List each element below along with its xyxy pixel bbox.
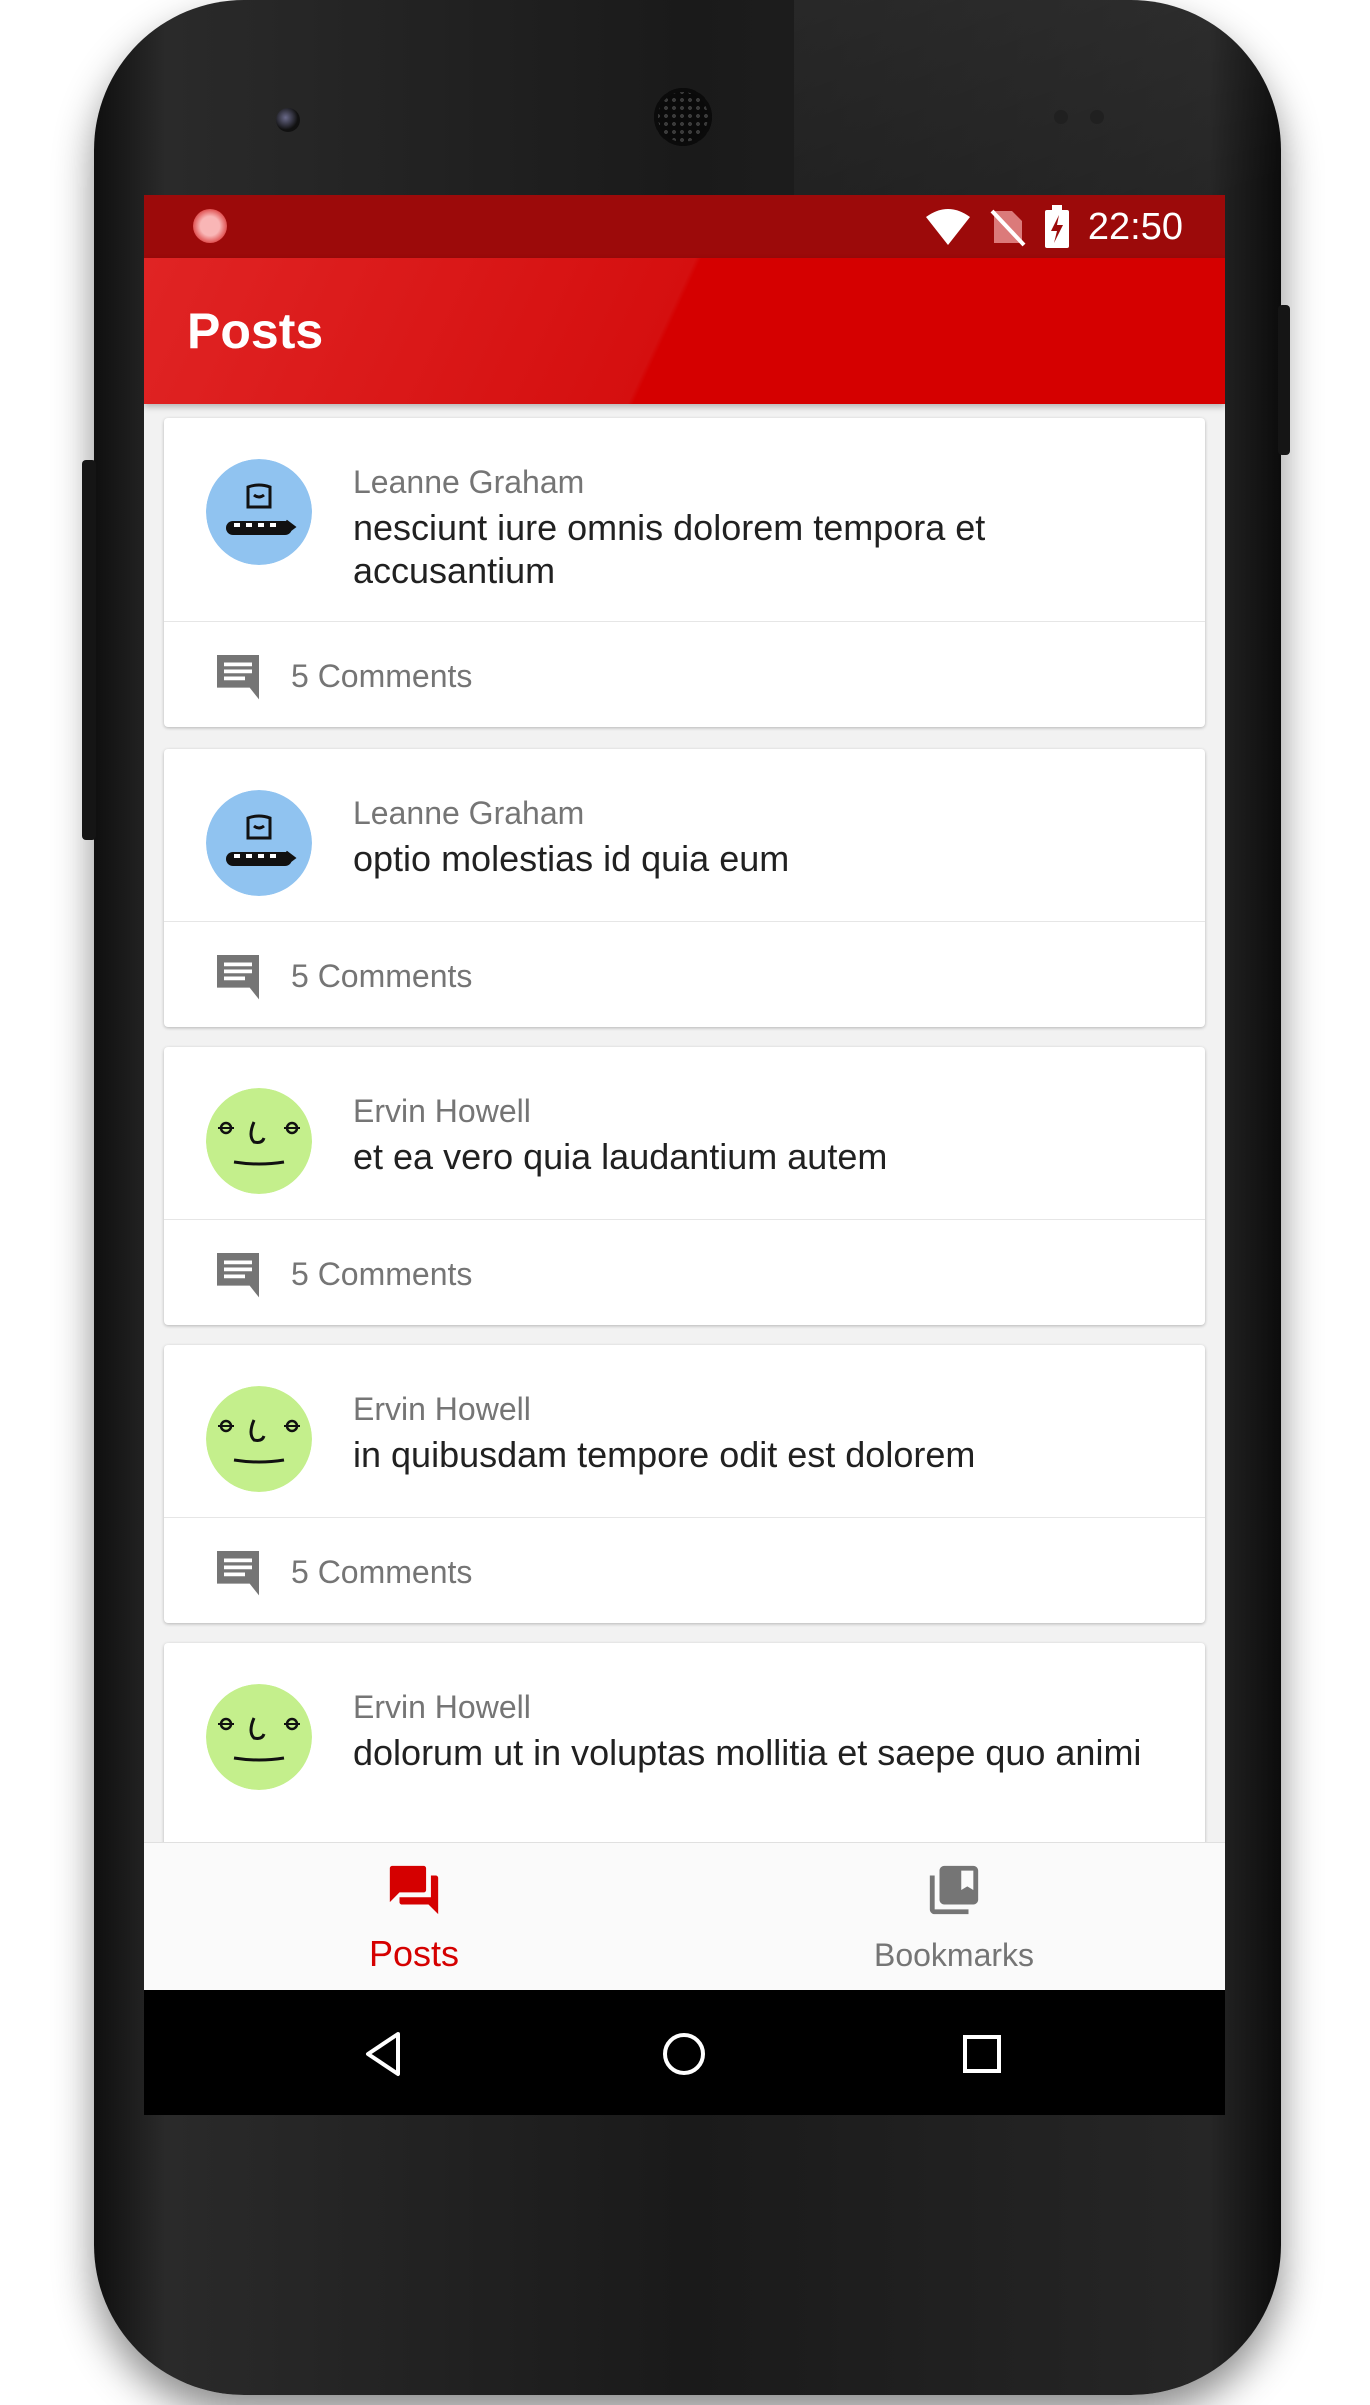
comments-button[interactable]: 5 Comments bbox=[164, 922, 1205, 1026]
comments-button[interactable]: 5 Comments bbox=[164, 1220, 1205, 1324]
front-camera bbox=[276, 108, 300, 132]
light-sensor bbox=[1090, 110, 1104, 124]
screen: 22:50 Posts Leanne Graham nesciunt iure … bbox=[144, 195, 1225, 2115]
green-monster-avatar bbox=[206, 1088, 312, 1194]
comments-count: 5 Comments bbox=[291, 1554, 473, 1590]
post-title[interactable]: et ea vero quia laudantium autem bbox=[353, 1135, 1145, 1178]
post-card[interactable]: Ervin Howell in quibusdam tempore odit e… bbox=[164, 1345, 1205, 1623]
post-title[interactable]: in quibusdam tempore odit est dolorem bbox=[353, 1433, 1145, 1476]
status-bar: 22:50 bbox=[144, 195, 1225, 258]
nav-label-posts: Posts bbox=[368, 1933, 460, 1974]
volume-button bbox=[82, 460, 96, 840]
post-author: Leanne Graham bbox=[353, 464, 585, 500]
app-bar: Posts bbox=[144, 258, 1225, 404]
post-author: Ervin Howell bbox=[353, 1391, 531, 1427]
comment-icon bbox=[217, 1551, 259, 1596]
post-title[interactable]: nesciunt iure omnis dolorem tempora et a… bbox=[353, 506, 1145, 592]
post-author: Leanne Graham bbox=[353, 795, 585, 831]
status-icons: 22:50 bbox=[924, 203, 1183, 251]
comments-count: 5 Comments bbox=[291, 958, 473, 994]
proximity-sensor bbox=[1054, 110, 1068, 124]
blue-monster-avatar bbox=[206, 790, 312, 896]
notification-dot-icon bbox=[193, 209, 227, 243]
recents-icon[interactable] bbox=[952, 2024, 1012, 2084]
green-monster-avatar bbox=[206, 1684, 312, 1790]
earpiece-speaker bbox=[654, 88, 712, 146]
comments-button[interactable]: 5 Comments bbox=[164, 622, 1205, 726]
nav-label-bookmarks: Bookmarks bbox=[873, 1937, 1035, 1973]
back-icon[interactable] bbox=[354, 2024, 414, 2084]
post-author: Ervin Howell bbox=[353, 1689, 531, 1725]
post-author: Ervin Howell bbox=[353, 1093, 531, 1129]
battery-charging-icon bbox=[1044, 205, 1069, 248]
green-monster-avatar bbox=[206, 1386, 312, 1492]
post-card[interactable]: Ervin Howell et ea vero quia laudantium … bbox=[164, 1047, 1205, 1325]
status-time: 22:50 bbox=[1087, 205, 1183, 248]
blue-monster-avatar bbox=[206, 459, 312, 565]
comments-button[interactable]: 5 Comments bbox=[164, 1518, 1205, 1622]
forum-icon bbox=[389, 1865, 439, 1915]
nav-item-bookmarks[interactable]: Bookmarks bbox=[684, 1843, 1224, 1991]
no-sim-icon bbox=[990, 209, 1026, 247]
post-title[interactable]: dolorum ut in voluptas mollitia et saepe… bbox=[353, 1731, 1145, 1774]
post-card[interactable]: Leanne Graham optio molestias id quia eu… bbox=[164, 749, 1205, 1027]
comments-count: 5 Comments bbox=[291, 658, 473, 694]
posts-feed[interactable]: Leanne Graham nesciunt iure omnis dolore… bbox=[144, 404, 1225, 2037]
post-title[interactable]: optio molestias id quia eum bbox=[353, 837, 1145, 880]
bottom-navigation: Posts Bookmarks bbox=[144, 1842, 1225, 1991]
comments-count: 5 Comments bbox=[291, 1256, 473, 1292]
page-title: Posts bbox=[187, 303, 324, 359]
comment-icon bbox=[217, 955, 259, 1000]
system-navigation-bar bbox=[144, 1990, 1225, 2115]
power-button bbox=[1278, 305, 1290, 455]
comment-icon bbox=[217, 655, 259, 700]
nav-item-posts[interactable]: Posts bbox=[144, 1843, 684, 1991]
post-card[interactable]: Leanne Graham nesciunt iure omnis dolore… bbox=[164, 418, 1205, 727]
wifi-icon bbox=[925, 209, 970, 245]
comment-icon bbox=[217, 1253, 259, 1298]
bookmarks-icon bbox=[929, 1865, 979, 1915]
home-icon[interactable] bbox=[654, 2024, 714, 2084]
